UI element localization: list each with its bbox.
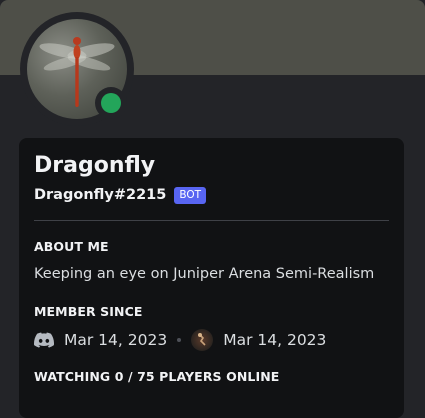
username-row: Dragonfly#2215 BOT [34,185,207,205]
about-me-text: Keeping an eye on Juniper Arena Semi-Rea… [34,266,375,282]
member-since-heading: MEMBER SINCE [34,304,143,319]
separator-dot [177,338,182,342]
divider [34,220,389,221]
online-status-dot [101,93,121,113]
discord-icon [34,332,54,348]
activity-heading: WATCHING 0 / 75 PLAYERS ONLINE [34,369,280,384]
status-indicator [95,87,127,119]
about-me-heading: ABOUT ME [34,239,109,254]
display-name: Dragonfly [34,153,156,178]
username[interactable]: Dragonfly#2215 [34,187,166,203]
server-join-date: Mar 14, 2023 [223,331,327,349]
member-since-row: Mar 14, 2023 Mar 14, 2023 [34,328,326,352]
profile-card: Dragonfly Dragonfly#2215 BOT ABOUT ME Ke… [19,138,404,418]
bot-badge: BOT [174,186,207,204]
discord-join-date: Mar 14, 2023 [64,331,168,349]
avatar-container[interactable] [20,12,134,126]
server-icon[interactable] [191,329,214,351]
